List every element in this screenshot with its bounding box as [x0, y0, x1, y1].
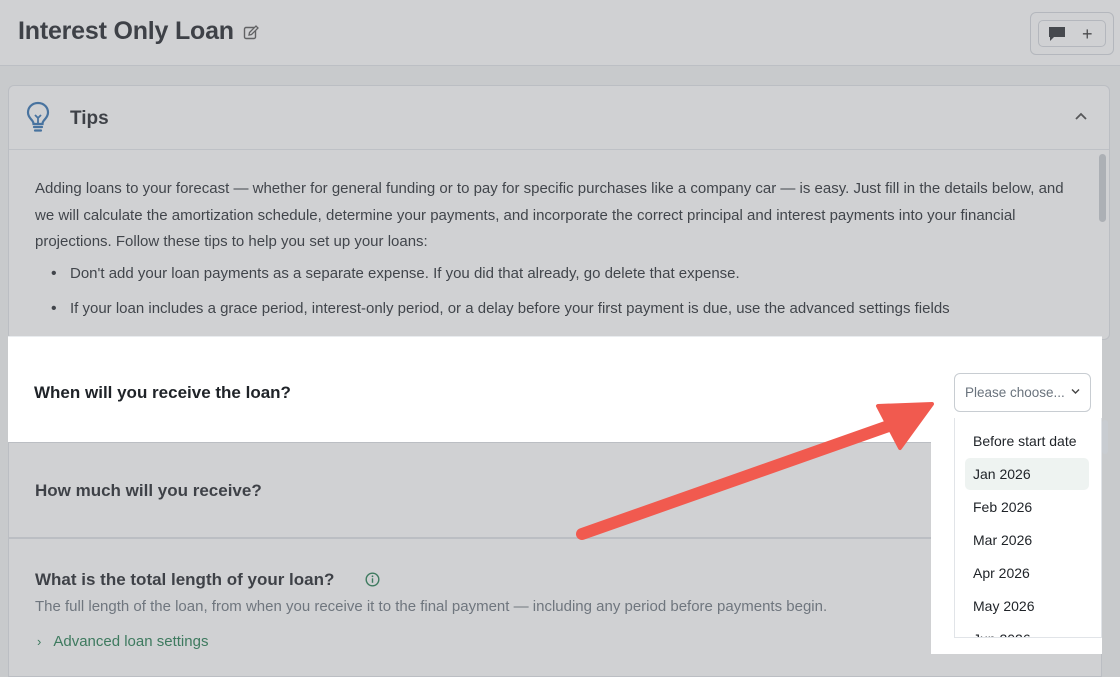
receive-question-label: When will you receive the loan?: [34, 383, 291, 402]
select-value: Please choose...: [965, 385, 1065, 400]
receive-date-dropdown[interactable]: Before start date Jan 2026 Feb 2026 Mar …: [954, 418, 1102, 638]
dropdown-option[interactable]: May 2026: [965, 590, 1089, 622]
chevron-down-icon: [1071, 389, 1080, 394]
dropdown-option[interactable]: Apr 2026: [965, 557, 1089, 589]
dim-overlay: [0, 336, 8, 677]
dropdown-option[interactable]: Before start date: [965, 425, 1089, 457]
dropdown-option[interactable]: Mar 2026: [965, 524, 1089, 556]
dropdown-scrollbar[interactable]: [1102, 420, 1108, 454]
dim-overlay: [1102, 336, 1120, 677]
receive-date-select[interactable]: Please choose...: [954, 373, 1091, 412]
dropdown-option[interactable]: Feb 2026: [965, 491, 1089, 523]
dim-overlay: [931, 654, 1102, 677]
dropdown-option[interactable]: Jan 2026: [965, 458, 1089, 490]
annotation-arrow: [576, 402, 934, 540]
dim-overlay: [0, 0, 1120, 336]
dropdown-option[interactable]: Jun 2026: [965, 623, 1089, 637]
